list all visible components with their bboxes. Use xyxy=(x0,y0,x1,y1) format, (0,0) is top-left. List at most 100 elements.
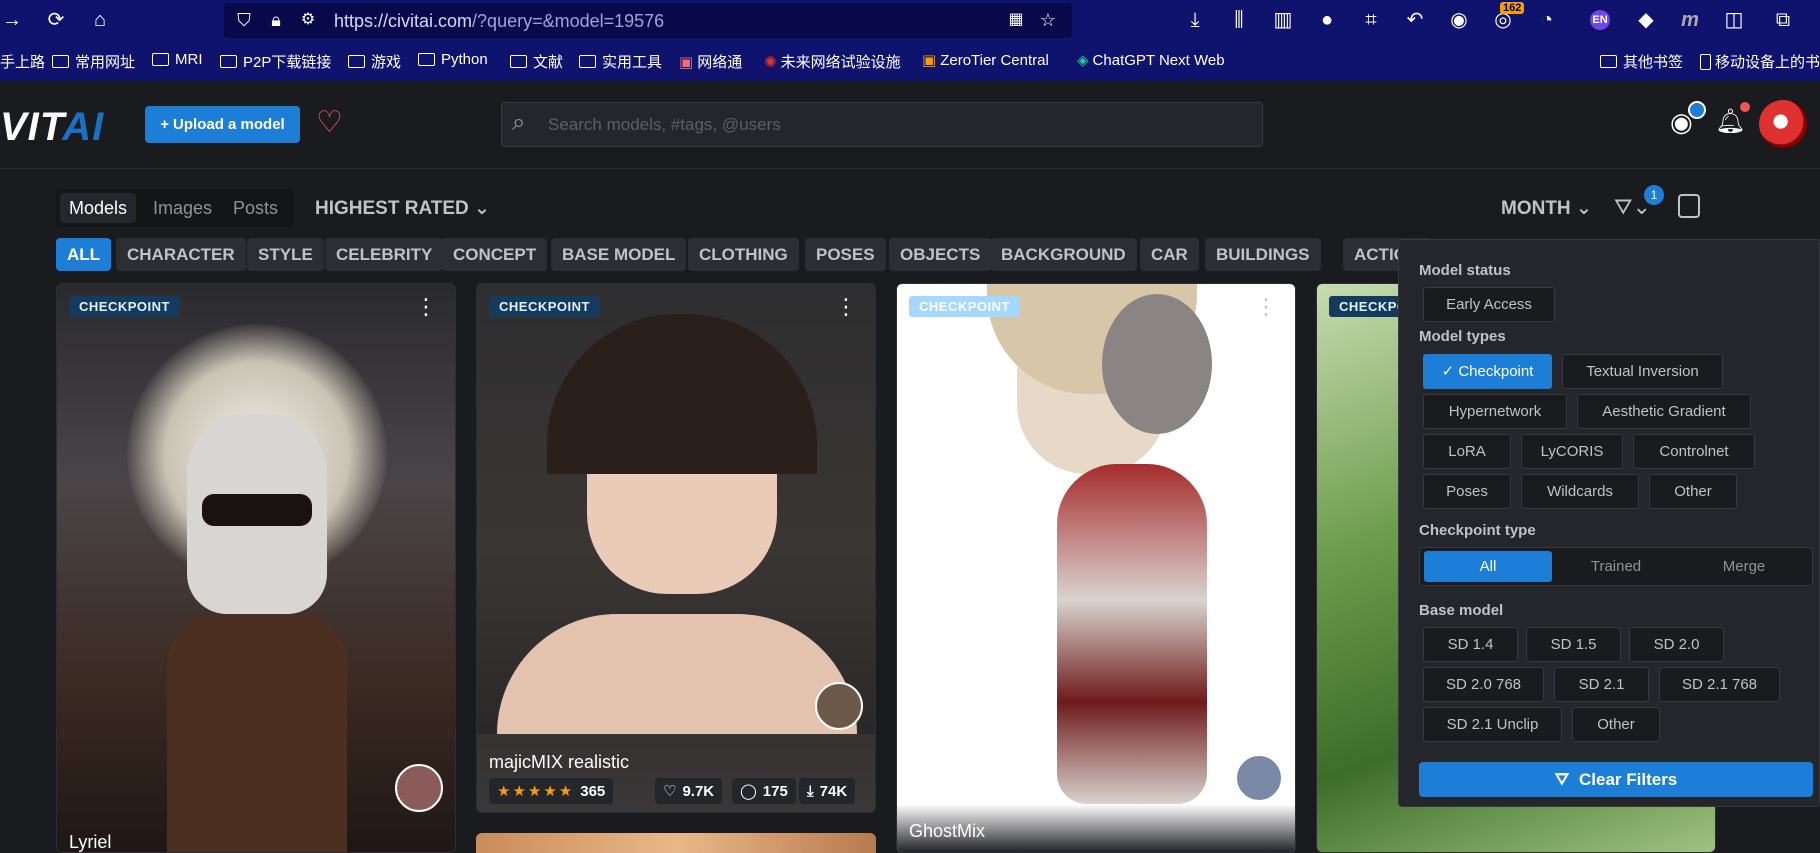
filter-early-access[interactable]: Early Access xyxy=(1423,287,1555,322)
next-card-preview xyxy=(476,833,876,853)
creator-avatar[interactable] xyxy=(395,764,443,812)
bookmark-folder[interactable]: MRI xyxy=(152,51,203,68)
heart-icon[interactable]: ♡ xyxy=(316,107,348,139)
more-options-icon[interactable]: ⋮ xyxy=(1255,296,1277,318)
permissions-icon[interactable]: ⚙ xyxy=(296,8,320,32)
home-icon[interactable]: ⌂ xyxy=(88,8,112,32)
bookmark-folder[interactable]: 文献 xyxy=(510,51,563,72)
tab-models[interactable]: Models xyxy=(60,193,137,223)
extensions-icon[interactable]: ⧉ xyxy=(1771,8,1795,32)
tab-posts[interactable]: Posts xyxy=(224,193,287,223)
graduation-cap-icon[interactable]: ◆ xyxy=(1634,8,1658,32)
checkpoint-type-merge[interactable]: Merge xyxy=(1680,551,1808,582)
filter-other-type[interactable]: Other xyxy=(1649,474,1737,509)
filter-popover: Model status Early Access Model types ✓ … xyxy=(1398,239,1820,807)
category-chip[interactable]: BUILDINGS xyxy=(1205,238,1321,271)
filter-lycoris[interactable]: LyCORIS xyxy=(1521,434,1623,469)
bookmark-item[interactable]: 手上路 xyxy=(0,51,45,72)
url-text[interactable]: https://civitai.com/?query=&model=19576 xyxy=(334,11,664,32)
m-extension-icon[interactable]: m xyxy=(1678,8,1702,32)
bookmark-folder[interactable]: 其他书签 xyxy=(1600,51,1683,72)
filter-aesthetic-gradient[interactable]: Aesthetic Gradient xyxy=(1577,394,1751,429)
bell-icon[interactable]: 🔔︎ xyxy=(1715,107,1745,137)
filter-other-base[interactable]: Other xyxy=(1572,707,1660,742)
filter-checkpoint[interactable]: ✓ Checkpoint xyxy=(1423,354,1552,389)
checkpoint-type-switch: All Trained Merge xyxy=(1419,547,1813,586)
shield-badge-icon xyxy=(1688,101,1706,119)
extension-avatar-icon[interactable]: ● xyxy=(1315,8,1339,32)
filter-hypernetwork[interactable]: Hypernetwork xyxy=(1423,394,1567,429)
bookmark-folder[interactable]: 游戏 xyxy=(348,51,401,72)
filter-textual-inversion[interactable]: Textual Inversion xyxy=(1562,354,1723,389)
category-chip[interactable]: BASE MODEL xyxy=(551,238,687,271)
creator-avatar[interactable] xyxy=(1235,754,1283,802)
filter-sd21[interactable]: SD 2.1 xyxy=(1554,667,1649,702)
bookmark-item[interactable]: ◈ ChatGPT Next Web xyxy=(1077,51,1225,70)
bookmark-folder[interactable]: Python xyxy=(418,51,488,68)
qr-code-icon[interactable]: ▦ xyxy=(1004,8,1028,32)
clear-filters-button[interactable]: ⛛ Clear Filters xyxy=(1419,762,1813,797)
civitai-logo[interactable]: VITAI xyxy=(0,105,104,150)
address-bar[interactable]: ⛉ 🔒︎ ⚙ https://civitai.com/?query=&model… xyxy=(224,3,1072,38)
category-chip[interactable]: CLOTHING xyxy=(688,238,799,271)
user-avatar[interactable] xyxy=(1759,100,1807,148)
extension-cat-icon[interactable]: ◔ xyxy=(1535,8,1559,32)
sidebar-icon[interactable]: ▥ xyxy=(1271,8,1295,32)
filter-sd21-unclip[interactable]: SD 2.1 Unclip xyxy=(1423,707,1562,742)
category-chip[interactable]: OBJECTS xyxy=(889,238,992,271)
category-chip[interactable]: ALL xyxy=(56,238,112,271)
undo-icon[interactable]: ↶ xyxy=(1403,8,1427,32)
filter-lora[interactable]: LoRA xyxy=(1423,434,1511,469)
extension-ball-icon[interactable]: ◉ xyxy=(1447,8,1471,32)
category-chip[interactable]: CELEBRITY xyxy=(325,238,444,271)
filter-sd20[interactable]: SD 2.0 xyxy=(1629,627,1724,662)
upload-model-button[interactable]: + Upload a model xyxy=(145,106,300,143)
layout-toggle-icon[interactable] xyxy=(1678,194,1700,218)
bookmark-folder[interactable]: P2P下载链接 xyxy=(220,51,331,72)
bookmark-folder[interactable]: 移动设备上的书 xyxy=(1700,51,1820,72)
category-chip[interactable]: CAR xyxy=(1140,238,1199,271)
lock-icon[interactable]: 🔒︎ xyxy=(264,8,288,32)
filter-controlnet[interactable]: Controlnet xyxy=(1633,434,1755,469)
category-chip[interactable]: STYLE xyxy=(247,238,324,271)
glasses-icon[interactable]: ◫ xyxy=(1722,8,1746,32)
forward-icon[interactable]: → xyxy=(0,8,24,32)
bookmark-folder[interactable]: 实用工具 xyxy=(579,51,662,72)
model-card[interactable]: CHECKPOINT ⋮ majicMIX realistic ★★★★★ 365… xyxy=(476,283,876,813)
download-icon[interactable]: ⤓ xyxy=(1183,8,1207,32)
model-card[interactable]: CHECKPOINT ⋮ Lyriel xyxy=(56,283,456,853)
tab-images[interactable]: Images xyxy=(144,193,221,223)
bookmark-folder[interactable]: 常用网址 xyxy=(52,51,135,72)
notification-dot xyxy=(1740,102,1750,112)
bookmark-star-icon[interactable]: ☆ xyxy=(1036,8,1060,32)
bookmark-item[interactable]: ✺ 未来网络试验设施 xyxy=(764,51,901,72)
more-options-icon[interactable]: ⋮ xyxy=(835,296,857,318)
filter-sd20-768[interactable]: SD 2.0 768 xyxy=(1423,667,1544,702)
mobile-icon xyxy=(1700,53,1711,70)
sort-dropdown[interactable]: HIGHEST RATED ⌄ xyxy=(315,197,490,220)
category-chip[interactable]: POSES xyxy=(805,238,886,271)
reload-icon[interactable]: ⟳ xyxy=(44,8,68,32)
filter-poses[interactable]: Poses xyxy=(1423,474,1511,509)
filter-sd14[interactable]: SD 1.4 xyxy=(1423,627,1518,662)
checkpoint-type-trained[interactable]: Trained xyxy=(1552,551,1680,582)
more-options-icon[interactable]: ⋮ xyxy=(415,296,437,318)
model-card[interactable]: CHECKPOINT ⋮ GhostMix xyxy=(896,283,1296,853)
category-chip[interactable]: BACKGROUND xyxy=(990,238,1137,271)
category-chip[interactable]: CONCEPT xyxy=(442,238,548,271)
bookmark-item[interactable]: ▣ 网络通 xyxy=(679,51,742,72)
filter-sd15[interactable]: SD 1.5 xyxy=(1526,627,1621,662)
category-chip[interactable]: CHARACTER xyxy=(116,238,246,271)
period-dropdown[interactable]: MONTH ⌄ xyxy=(1501,197,1592,220)
crop-icon[interactable]: ⌗ xyxy=(1359,8,1383,32)
sunglasses-shape xyxy=(202,494,312,526)
shield-icon[interactable]: ⛉ xyxy=(232,8,256,32)
language-icon[interactable]: EN xyxy=(1590,10,1610,30)
creator-avatar[interactable] xyxy=(815,682,863,730)
checkpoint-type-all[interactable]: All xyxy=(1424,551,1552,582)
filter-sd21-768[interactable]: SD 2.1 768 xyxy=(1659,667,1780,702)
library-icon[interactable]: ⫼ xyxy=(1227,8,1251,32)
search-input[interactable]: ⌕ Search models, #tags, @users xyxy=(501,102,1263,147)
filter-wildcards[interactable]: Wildcards xyxy=(1521,474,1639,509)
bookmark-item[interactable]: ▣ ZeroTier Central xyxy=(922,51,1049,70)
